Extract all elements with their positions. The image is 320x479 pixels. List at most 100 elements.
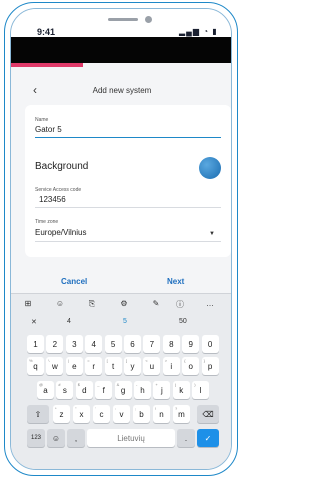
key-secondary-label: ! [155,406,157,411]
space-key[interactable]: Lietuvių [87,429,175,447]
key-label: k [179,386,184,395]
key-label: 2 [52,340,58,349]
background-label: Background [35,161,89,172]
key-x[interactable]: " x [73,405,90,423]
symbols-key[interactable]: 123 [27,429,45,447]
suggestion-item[interactable]: 50 [179,318,187,325]
clipboard-icon[interactable]: ⎘ [85,299,99,310]
key-secondary-label: : [115,406,117,411]
key-l[interactable]: ) l [192,381,210,399]
key-q[interactable]: % q [27,357,44,375]
emoji-key[interactable]: ☺ [47,429,65,447]
key-label: 5 [110,340,116,349]
key-r[interactable]: = r [85,357,103,375]
clipboard-grid-icon[interactable]: ⊞ [21,299,35,310]
status-icons: ▂▄▆ ◔ ▮ [179,27,218,36]
handwriting-icon[interactable]: ✎ [149,299,163,310]
key-s[interactable]: # s [56,381,74,399]
key-secondary-label: < [145,358,148,363]
key-v[interactable]: :v [113,405,130,423]
key-label: f [102,386,105,395]
key-9[interactable]: 9 [182,335,200,353]
settings-icon[interactable]: ⚙ [117,299,131,310]
more-icon[interactable]: … [203,299,217,310]
key-p[interactable]: } p [201,357,219,375]
key-b[interactable]: ; b [133,405,150,423]
key-label: h [140,386,145,395]
key-2[interactable]: 2 [46,335,64,353]
timezone-label: Time zone [35,219,59,225]
key-secondary-label: > [164,358,168,363]
key-label: s [62,386,67,395]
key-3[interactable]: 3 [65,335,83,353]
black-bar [11,37,231,63]
shift-key[interactable]: ⇧ [27,405,49,423]
close-suggestions-icon[interactable]: ✕ [31,318,37,326]
key-label: l [199,386,202,395]
key-label: 0 [207,340,213,349]
period-key[interactable]: . [177,429,195,447]
key-g[interactable]: & g [114,381,132,399]
emoji-icon[interactable]: ☺ [53,299,67,310]
key-h[interactable]: -h [134,381,151,399]
service-code-underline [35,207,221,208]
key-a[interactable]: @ a [37,381,54,399]
key-t[interactable]: [t [104,357,122,375]
chevron-down-icon[interactable]: ▼ [209,231,215,237]
keyboard-toolbar: ⊞ ☺ ⎘ ⚙ ✎ ⓘ … [11,293,231,315]
service-code-field[interactable]: 123456 [39,195,66,204]
key-label: i [170,362,173,371]
key-row-2: @ a # s $ d _ f & g - h + j(k) l [11,381,231,401]
backspace-key[interactable]: ⌫ [197,405,219,423]
key-e[interactable]: | e [65,357,83,375]
next-button[interactable]: Next [167,277,184,286]
key-8[interactable]: 8 [162,335,180,353]
timezone-underline [35,241,221,242]
key-m[interactable]: ? m [173,405,190,423]
key-0[interactable]: 0 [201,335,219,353]
background-color-picker[interactable] [199,157,221,179]
action-buttons: Cancel Next [11,273,231,293]
timezone-select[interactable]: Europe/Vilnius [35,228,86,237]
service-code-label: Service Access code [35,187,82,193]
key-i[interactable]: > i [162,357,180,375]
key-z[interactable]: * z [53,405,70,423]
key-label: 7 [149,340,155,349]
key-j[interactable]: + j [153,381,171,399]
key-label: c [99,410,104,419]
key-1[interactable]: 1 [27,335,44,353]
key-d[interactable]: $ d [75,381,93,399]
key-secondary-label: + [155,382,158,387]
key-7[interactable]: 7 [143,335,161,353]
comma-key[interactable]: , [67,429,85,447]
key-label: 8 [169,340,174,349]
form-card: Name Gator 5 Background Service Access c… [25,105,231,257]
key-k[interactable]: (k [172,381,190,399]
key-secondary-label: - [136,382,138,387]
suggestion-item[interactable]: 4 [67,318,71,325]
key-secondary-label: % [29,358,33,363]
key-5[interactable]: 5 [104,335,122,353]
key-row-3: ⇧ ⌫ * z " x ' c: v; b! n? m [11,405,231,425]
key-label: d [82,386,87,395]
phone-screen: 9:41 ▂▄▆ ◔ ▮ ‹ Add new system Name Gator… [10,8,232,470]
suggestion-item[interactable]: 5 [123,318,127,325]
key-6[interactable]: 6 [124,335,141,353]
key-o[interactable]: {o [182,357,200,375]
key-secondary-label: ( [174,382,177,387]
key-c[interactable]: ' c [93,405,110,423]
suggestion-bar: ✕ 4 5 50 [11,315,231,331]
key-f[interactable]: _ f [95,381,113,399]
key-n[interactable]: ! n [153,405,170,423]
name-field[interactable]: Gator 5 [35,125,62,134]
key-4[interactable]: 4 [85,335,103,353]
enter-key[interactable]: ✓ [197,429,219,447]
key-y[interactable]: ] y [124,357,141,375]
key-u[interactable]: < u [143,357,161,375]
key-label: 4 [91,340,96,349]
key-w[interactable]: \ w [46,357,64,375]
cancel-button[interactable]: Cancel [61,277,87,286]
info-icon[interactable]: ⓘ [173,299,187,310]
key-label: j [161,386,163,395]
key-label: x [79,410,84,419]
